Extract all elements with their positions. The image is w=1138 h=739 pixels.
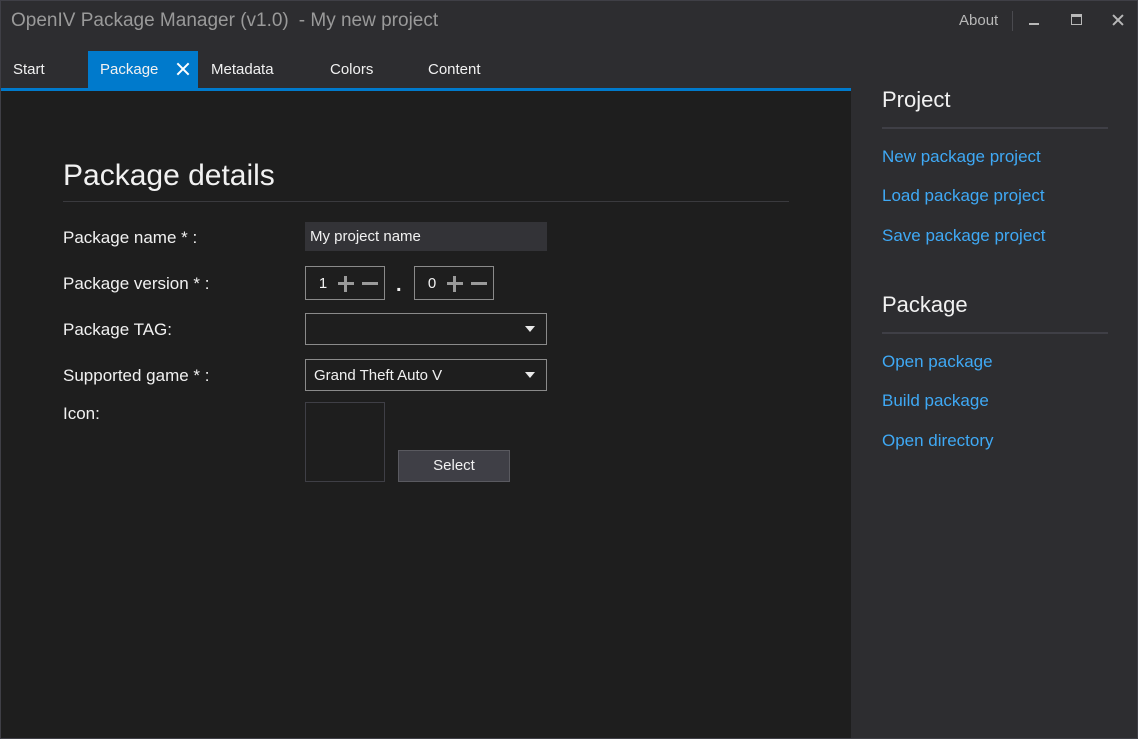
version-minor-stepper[interactable]: 0 [414,266,494,300]
title-bar: OpenIV Package Manager (v1.0) - My new pr… [1,1,1137,41]
minimize-icon[interactable] [1022,9,1046,31]
window-title: OpenIV Package Manager (v1.0) - My new pr… [11,10,438,32]
side-panel: Project New package project Load package… [851,41,1137,738]
tab-content[interactable]: Content [428,51,518,89]
save-package-project-link[interactable]: Save package project [882,226,1046,246]
supported-game-select[interactable]: Grand Theft Auto V [305,359,547,391]
tab-package-label: Package [100,61,159,78]
new-package-project-link[interactable]: New package project [882,147,1041,167]
version-major-stepper[interactable]: 1 [305,266,385,300]
package-panel: Package details Package name * : Package… [1,91,851,738]
version-separator: . [396,274,402,296]
section-title: Package details [63,159,275,192]
about-button[interactable]: About [959,12,998,29]
icon-preview [305,402,385,482]
app-window: OpenIV Package Manager (v1.0) - My new pr… [0,0,1138,739]
supported-game-label: Supported game * : [63,366,210,385]
package-name-input[interactable] [305,222,547,251]
build-package-link[interactable]: Build package [882,391,989,411]
minus-icon[interactable] [361,274,379,292]
tab-bar: Start Package Metadata Colors Content [1,51,851,89]
package-name-label: Package name * : [63,228,198,247]
minus-icon[interactable] [470,274,488,292]
tab-package[interactable]: Package [88,51,198,89]
version-minor-value[interactable]: 0 [415,275,449,292]
open-package-link[interactable]: Open package [882,352,993,372]
close-window-icon[interactable] [1106,9,1130,31]
package-divider [882,332,1108,334]
open-directory-link[interactable]: Open directory [882,431,994,451]
tab-start[interactable]: Start [1,51,87,89]
load-package-project-link[interactable]: Load package project [882,186,1045,206]
project-title: - My new project [298,10,439,31]
icon-label: Icon: [63,404,100,423]
tab-metadata[interactable]: Metadata [211,51,311,89]
select-icon-button[interactable]: Select [398,450,510,482]
version-major-value[interactable]: 1 [306,275,340,292]
project-divider [882,127,1108,129]
package-heading: Package [882,292,968,317]
titlebar-divider [1012,11,1013,31]
tab-colors[interactable]: Colors [330,51,420,89]
section-divider [63,201,789,202]
supported-game-value: Grand Theft Auto V [314,367,443,384]
package-tag-label: Package TAG: [63,320,172,339]
maximize-icon[interactable] [1064,9,1088,31]
app-title: OpenIV Package Manager (v1.0) [11,10,289,31]
close-tab-icon[interactable] [176,62,190,76]
plus-icon[interactable] [446,274,464,292]
plus-icon[interactable] [337,274,355,292]
package-tag-select[interactable] [305,313,547,345]
package-version-label: Package version * : [63,274,210,293]
caret-down-icon [525,326,535,332]
project-heading: Project [882,87,951,112]
caret-down-icon [525,372,535,378]
